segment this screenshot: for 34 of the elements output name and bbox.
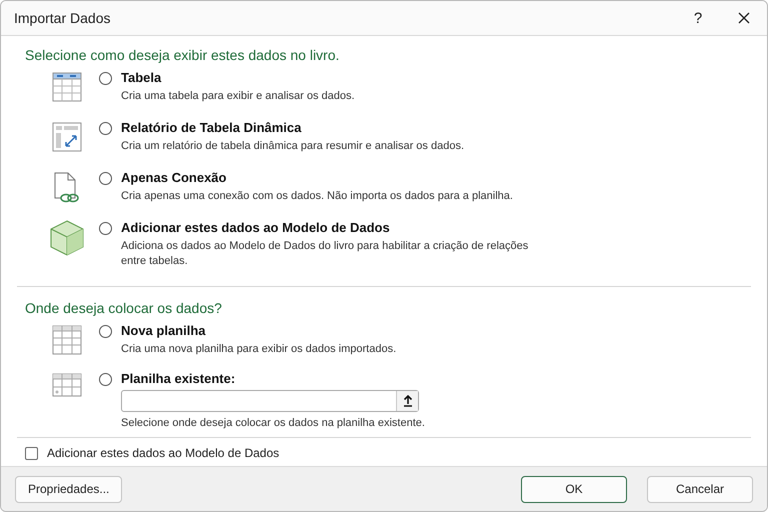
radio-button[interactable] bbox=[99, 72, 112, 85]
cell-reference-field[interactable] bbox=[121, 390, 419, 412]
option-description: Selecione onde deseja colocar os dados na planilha existente. bbox=[121, 416, 426, 431]
radio-button[interactable] bbox=[99, 325, 112, 338]
option-label: Adicionar estes dados ao Modelo de Dados bbox=[121, 220, 391, 235]
spreadsheet-icon bbox=[52, 373, 82, 397]
help-button[interactable]: ? bbox=[675, 1, 721, 35]
radio-button[interactable] bbox=[99, 373, 112, 386]
spreadsheet-icon bbox=[52, 325, 82, 355]
cube-icon bbox=[50, 220, 84, 256]
option-description: Cria uma nova planilha para exibir os dados importados. bbox=[121, 342, 398, 357]
table-icon bbox=[52, 72, 82, 102]
upload-icon[interactable] bbox=[396, 391, 418, 411]
window-title: Importar Dados bbox=[14, 10, 112, 26]
option-description: Cria um relatório de tabela dinâmica para resumir e analisar os dados. bbox=[121, 139, 466, 154]
option-description: Cria uma tabela para exibir e analisar os dados. bbox=[121, 89, 356, 104]
option-label: Apenas Conexão bbox=[121, 170, 228, 185]
section-heading: Selecione como deseja exibir estes dados no livro. bbox=[24, 46, 340, 65]
option-description: Adiciona os dados ao Modelo de Dados do livro para habilitar a criação de relações entre tabelas. bbox=[121, 239, 530, 269]
ok-button[interactable]: OK bbox=[521, 476, 627, 502]
option-label: Relatório de Tabela Dinâmica bbox=[121, 120, 302, 135]
section-heading: Onde deseja colocar os dados? bbox=[24, 299, 223, 318]
checkbox[interactable] bbox=[25, 446, 38, 460]
cancel-button[interactable]: Cancelar bbox=[647, 476, 753, 502]
option-label: Tabela bbox=[121, 70, 162, 85]
properties-button[interactable]: Propriedades... bbox=[15, 476, 122, 502]
radio-button[interactable] bbox=[99, 122, 112, 135]
pivot-table-icon bbox=[52, 122, 82, 152]
checkbox-label: Adicionar estes dados ao Modelo de Dados bbox=[47, 446, 280, 460]
option-label: Planilha existente: bbox=[121, 371, 236, 386]
option-description: Cria apenas uma conexão com os dados. Não importa os dados para a planilha. bbox=[121, 189, 514, 204]
radio-button[interactable] bbox=[99, 172, 112, 185]
option-label: Nova planilha bbox=[121, 323, 207, 338]
radio-button[interactable] bbox=[99, 222, 112, 235]
